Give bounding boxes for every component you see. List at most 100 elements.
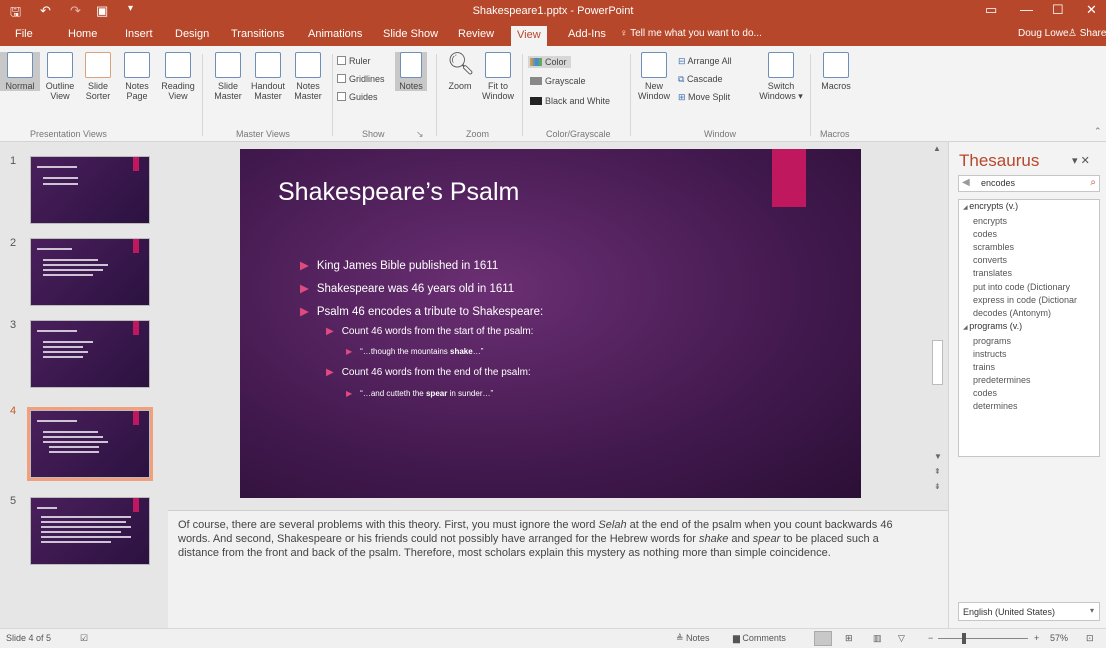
guides-checkbox[interactable]: Guides — [337, 92, 378, 102]
tell-me-search[interactable]: ♀ Tell me what you want to do... — [620, 28, 762, 39]
search-icon[interactable]: ⌕ — [1090, 177, 1096, 188]
black-white-button[interactable]: Black and White — [530, 96, 610, 106]
thesaurus-synonym[interactable]: converts — [959, 254, 1099, 267]
spelling-icon[interactable]: ☑ — [80, 633, 88, 644]
zoom-in-button[interactable]: + — [1034, 633, 1039, 643]
tab-review[interactable]: Review — [458, 28, 494, 40]
tab-add-ins[interactable]: Add-Ins — [568, 28, 606, 40]
thesaurus-synonym[interactable]: decodes (Antonym) — [959, 307, 1099, 320]
handout-master-button[interactable]: Handout Master — [248, 52, 288, 101]
close-icon[interactable]: ✕ — [1086, 2, 1097, 18]
minimize-icon[interactable]: — — [1020, 2, 1033, 17]
thesaurus-synonym[interactable]: predetermines — [959, 374, 1099, 387]
zoom-level[interactable]: 57% — [1050, 633, 1068, 643]
tab-design[interactable]: Design — [175, 28, 209, 40]
previous-slide-icon[interactable]: ⇞ — [934, 467, 941, 476]
zoom-slider[interactable] — [938, 633, 1028, 644]
tab-home[interactable]: Home — [68, 28, 97, 40]
reading-view-button[interactable]: Reading View — [158, 52, 198, 101]
slide-title[interactable]: Shakespeare’s Psalm — [278, 178, 519, 207]
tab-file[interactable]: File — [15, 28, 33, 40]
thesaurus-search-box[interactable]: ◀ encodes ⌕ — [958, 175, 1100, 192]
vertical-scrollbar[interactable]: ▲ ▼ ⇞ ⇟ — [931, 142, 945, 507]
slideshow-status-icon[interactable]: ▽ — [898, 633, 905, 644]
pane-options-icon[interactable]: ▾ — [1072, 155, 1078, 167]
thesaurus-synonym[interactable]: express in code (Dictionar — [959, 294, 1099, 307]
thesaurus-synonym[interactable]: codes — [959, 387, 1099, 400]
zoom-out-button[interactable]: − — [928, 633, 933, 643]
fit-to-window-button[interactable]: Fit to Window — [478, 52, 518, 101]
notes-page-button[interactable]: Notes Page — [117, 52, 157, 101]
tab-insert[interactable]: Insert — [125, 28, 153, 40]
slide-thumbnail-2[interactable] — [30, 238, 150, 306]
thesaurus-results-list[interactable]: encrypts (v.)encryptscodesscramblesconve… — [958, 199, 1100, 457]
macros-button[interactable]: Macros — [816, 52, 856, 91]
normal-view-status-button[interactable] — [814, 631, 832, 646]
switch-windows-button[interactable]: Switch Windows ▾ — [758, 52, 804, 101]
tab-animations[interactable]: Animations — [308, 28, 362, 40]
slide-thumbnail-3[interactable] — [30, 320, 150, 388]
thesaurus-synonym[interactable]: put into code (Dictionary — [959, 281, 1099, 294]
slide-thumbnail-5[interactable] — [30, 497, 150, 565]
notes-toggle-button[interactable]: Notes — [395, 52, 427, 91]
move-split-button[interactable]: ⊞ Move Split — [678, 92, 730, 103]
slide-master-button[interactable]: Slide Master — [208, 52, 248, 101]
scroll-down-icon[interactable]: ▼ — [934, 452, 942, 461]
thesaurus-synonym[interactable]: programs — [959, 335, 1099, 348]
collapse-ribbon-icon[interactable]: ⌃ — [1094, 126, 1102, 137]
slide-sorter-status-icon[interactable]: ⊞ — [845, 633, 853, 644]
scroll-up-icon[interactable]: ▲ — [933, 144, 941, 153]
tab-view[interactable]: View — [511, 26, 547, 46]
slide-thumbnail-4[interactable] — [27, 407, 153, 481]
thesaurus-synonym[interactable]: instructs — [959, 348, 1099, 361]
maximize-icon[interactable]: ☐ — [1052, 2, 1064, 18]
notes-master-button[interactable]: Notes Master — [288, 52, 328, 101]
gridlines-checkbox[interactable]: Gridlines — [337, 74, 385, 84]
language-dropdown[interactable]: English (United States) ▾ — [958, 602, 1100, 621]
bullet-level2[interactable]: ▶ Count 46 words from the start of the ps… — [326, 326, 533, 337]
grayscale-button[interactable]: Grayscale — [530, 76, 586, 86]
slide-sorter-button[interactable]: Slide Sorter — [78, 52, 118, 101]
tab-slide-show[interactable]: Slide Show — [383, 28, 438, 40]
thesaurus-synonym[interactable]: codes — [959, 228, 1099, 241]
close-pane-icon[interactable]: ✕ — [1081, 155, 1090, 167]
comments-status-button[interactable]: ▆ Comments — [733, 633, 786, 644]
arrange-all-button[interactable]: ⊟ Arrange All — [678, 56, 732, 67]
bullet-level2[interactable]: ▶ Count 46 words from the end of the psal… — [326, 367, 531, 378]
normal-view-button[interactable]: Normal — [0, 52, 40, 91]
ribbon-display-icon[interactable]: ▭ — [985, 2, 997, 18]
share-button[interactable]: ♙ Share — [1068, 28, 1106, 39]
back-icon[interactable]: ◀ — [962, 177, 970, 188]
bullet-level1[interactable]: ▶ Psalm 46 encodes a tribute to Shakespea… — [300, 304, 543, 318]
notes-text[interactable]: Of course, there are several problems wi… — [178, 518, 918, 560]
thesaurus-synonym[interactable]: translates — [959, 267, 1099, 280]
zoom-slider-thumb[interactable] — [961, 633, 966, 644]
bullet-level3[interactable]: ▶ “…and cutteth the spear in sunder…” — [346, 389, 493, 398]
thesaurus-synonym[interactable]: scrambles — [959, 241, 1099, 254]
scrollbar-thumb[interactable] — [932, 340, 943, 385]
reading-view-status-icon[interactable]: ▥ — [873, 633, 882, 644]
bullet-level1[interactable]: ▶ Shakespeare was 46 years old in 1611 — [300, 281, 514, 295]
fit-slide-icon[interactable]: ⊡ — [1086, 633, 1094, 644]
outline-view-button[interactable]: Outline View — [40, 52, 80, 101]
bullet-level3[interactable]: ▶ “…though the mountains shake…” — [346, 347, 483, 356]
thesaurus-search-input[interactable]: encodes — [981, 178, 1015, 188]
thesaurus-heading[interactable]: programs (v.) — [959, 320, 1099, 335]
color-button[interactable]: Color — [528, 56, 571, 68]
user-name[interactable]: Doug Lowe — [1018, 28, 1069, 39]
thesaurus-synonym[interactable]: trains — [959, 361, 1099, 374]
slide-thumbnail-1[interactable] — [30, 156, 150, 224]
next-slide-icon[interactable]: ⇟ — [934, 482, 941, 491]
dialog-launcher-icon[interactable]: ↘ — [416, 129, 424, 140]
tab-transitions[interactable]: Transitions — [231, 28, 284, 40]
thesaurus-synonym[interactable]: determines — [959, 400, 1099, 413]
slide-counter[interactable]: Slide 4 of 5 — [6, 633, 51, 643]
thesaurus-heading[interactable]: encrypts (v.) — [959, 200, 1099, 215]
cascade-button[interactable]: ⧉ Cascade — [678, 74, 722, 85]
zoom-button[interactable]: 🔍︎ Zoom — [440, 52, 480, 92]
ruler-checkbox[interactable]: Ruler — [337, 56, 371, 66]
bullet-level1[interactable]: ▶ King James Bible published in 1611 — [300, 258, 498, 272]
thesaurus-synonym[interactable]: encrypts — [959, 215, 1099, 228]
new-window-button[interactable]: New Window — [634, 52, 674, 101]
notes-status-button[interactable]: ≜ Notes — [676, 633, 710, 644]
